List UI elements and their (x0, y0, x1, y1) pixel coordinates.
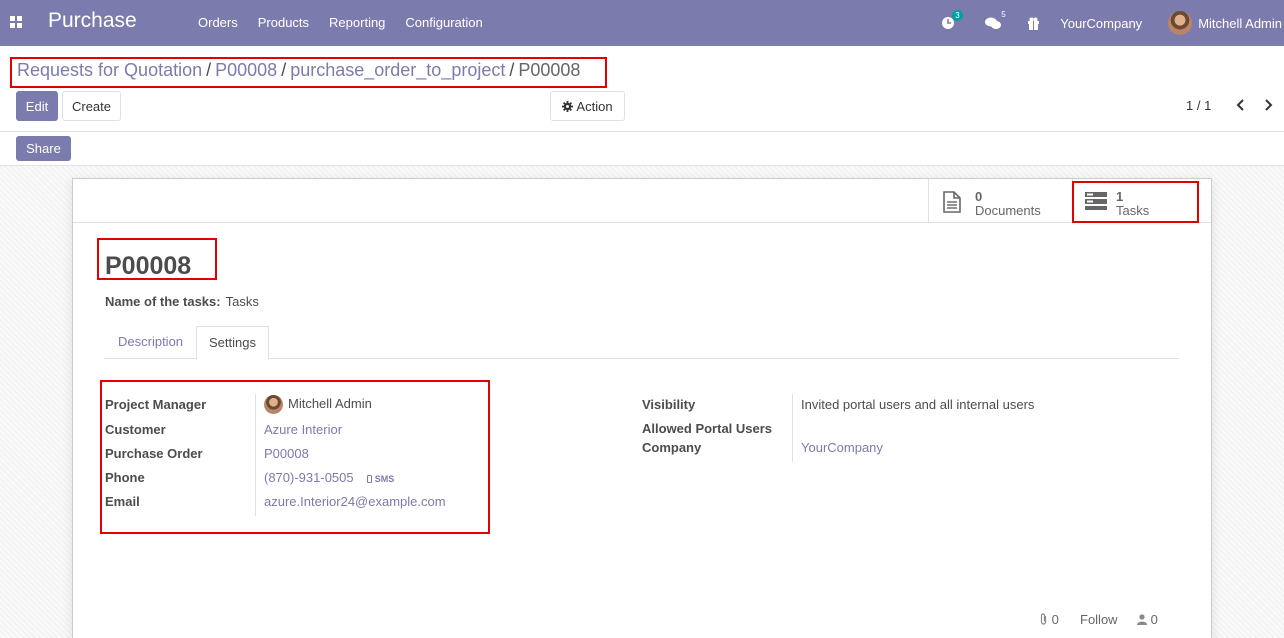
project-manager-field[interactable]: Mitchell Admin (264, 395, 372, 414)
menu-orders[interactable]: Orders (188, 15, 248, 30)
sms-button[interactable]: SMS (367, 474, 394, 484)
company-name: YourCompany (1060, 15, 1143, 31)
allowed-portal-users-label: Allowed Portal Users (642, 421, 773, 436)
project-manager-value: Mitchell Admin (288, 395, 372, 411)
message-count: 5 (1001, 9, 1006, 19)
form-sheet: 0 Documents 1 Tasks P00008 Name of the t… (72, 178, 1212, 638)
email-label: Email (105, 494, 140, 509)
top-navbar: Purchase Orders Products Reporting Confi… (0, 0, 1284, 46)
customer-link[interactable]: Azure Interior (264, 422, 342, 437)
main-menu: Orders Products Reporting Configuration (188, 15, 493, 30)
stat-button-box: 0 Documents 1 Tasks (73, 179, 1211, 223)
notebook-tabs: Description Settings (104, 326, 1179, 360)
visibility-label: Visibility (642, 397, 696, 412)
purchase-order-link[interactable]: P00008 (264, 446, 309, 461)
task-name-label: Name of the tasks: (105, 294, 221, 309)
action-label: Action (576, 98, 613, 114)
pager-value[interactable]: 1 / 1 (1186, 98, 1211, 113)
user-menu[interactable]: Mitchell Admin (1168, 11, 1282, 35)
follow-button[interactable]: Follow (1080, 612, 1118, 627)
chevron-left-icon[interactable] (1236, 99, 1245, 111)
gift-menu[interactable] (1027, 17, 1040, 30)
messages-menu[interactable]: 5 (985, 10, 1006, 30)
sms-label: SMS (374, 474, 395, 484)
followers-button[interactable]: 0 (1137, 612, 1158, 627)
phone-label: Phone (105, 470, 145, 485)
breadcrumb-rfq[interactable]: Requests for Quotation (17, 60, 202, 80)
document-icon (943, 191, 961, 213)
user-icon (1137, 614, 1147, 625)
company-switcher[interactable]: YourCompany (1060, 16, 1142, 31)
chevron-right-icon[interactable] (1264, 99, 1273, 111)
followers-count: 0 (1150, 612, 1158, 627)
record-title: P00008 (105, 252, 192, 280)
phone-link[interactable]: (870)-931-0505 (264, 470, 354, 485)
attachments-button[interactable]: 0 (1039, 612, 1059, 627)
activity-menu[interactable]: 3 (941, 10, 963, 30)
breadcrumb-po[interactable]: P00008 (215, 60, 277, 80)
activity-count-badge: 3 (952, 10, 963, 21)
menu-configuration[interactable]: Configuration (395, 15, 492, 30)
breadcrumb-project[interactable]: purchase_order_to_project (290, 60, 505, 80)
share-button[interactable]: Share (16, 136, 71, 161)
right-group-divider (792, 394, 793, 462)
documents-stat-button[interactable]: 0 Documents (928, 179, 1072, 223)
attachments-count: 0 (1051, 612, 1059, 627)
customer-label: Customer (105, 422, 166, 437)
project-manager-label: Project Manager (105, 397, 207, 412)
tab-settings[interactable]: Settings (196, 326, 269, 360)
tab-description[interactable]: Description (106, 326, 195, 359)
email-link[interactable]: azure.Interior24@example.com (264, 494, 446, 509)
breadcrumb-current: P00008 (518, 60, 581, 80)
gift-icon (1028, 17, 1040, 30)
task-name-value: Tasks (225, 294, 259, 309)
messages-icon (985, 17, 1002, 29)
create-button[interactable]: Create (62, 91, 121, 121)
mobile-icon (367, 475, 373, 483)
control-panel: Requests for Quotation / P00008/purchase_o… (0, 46, 1284, 132)
visibility-value[interactable]: Invited portal users and all internal us… (801, 397, 1034, 412)
phone-field: (870)-931-0505 SMS (264, 470, 394, 485)
purchase-order-label: Purchase Order (105, 446, 203, 461)
edit-button[interactable]: Edit (16, 91, 58, 121)
task-name-row: Name of the tasks: Tasks (105, 294, 259, 309)
app-name[interactable]: Purchase (48, 9, 137, 33)
tasks-highlight (1072, 181, 1199, 223)
action-button[interactable]: Action (550, 91, 625, 121)
company-link[interactable]: YourCompany (801, 440, 883, 455)
documents-count: 0 (975, 189, 983, 204)
paperclip-icon (1040, 613, 1047, 625)
menu-reporting[interactable]: Reporting (319, 15, 395, 30)
user-name: Mitchell Admin (1198, 15, 1282, 31)
systray: 3 5 YourCompany Mitchell Admin (941, 0, 1284, 46)
apps-icon[interactable] (10, 16, 23, 28)
gear-icon (562, 100, 574, 112)
left-group-divider (255, 394, 256, 516)
share-bar: Share (0, 132, 1284, 166)
documents-label: Documents (975, 203, 1041, 218)
menu-products[interactable]: Products (248, 15, 319, 30)
user-avatar (1168, 11, 1193, 35)
breadcrumb: Requests for Quotation / P00008/purchase_o… (10, 57, 607, 88)
company-label: Company (642, 440, 702, 455)
manager-avatar (264, 395, 283, 414)
